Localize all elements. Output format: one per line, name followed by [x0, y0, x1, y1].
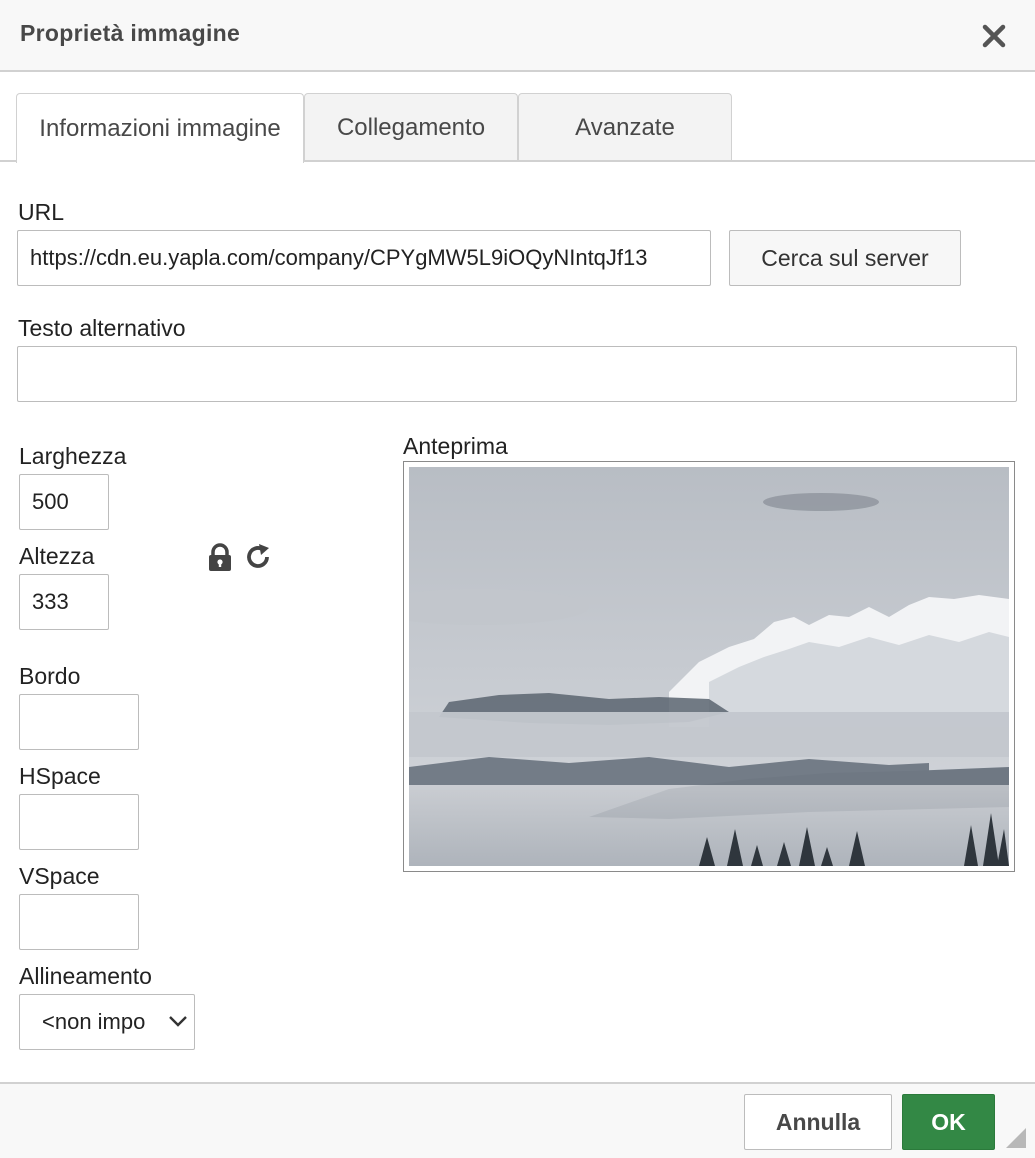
tab-avanzate[interactable]: Avanzate: [518, 93, 732, 161]
lock-icon[interactable]: [207, 543, 233, 573]
reset-size-icon[interactable]: [245, 543, 273, 571]
preview-frame: [403, 461, 1015, 872]
tab-label: Collegamento: [336, 113, 486, 141]
preview-label: Anteprima: [403, 433, 508, 459]
width-label: Larghezza: [19, 443, 127, 469]
border-label: Bordo: [19, 663, 81, 689]
width-input[interactable]: 500: [19, 474, 109, 530]
border-input[interactable]: [19, 694, 139, 750]
tab-informazioni-immagine[interactable]: Informazioni immagine: [16, 93, 304, 163]
height-label: Altezza: [19, 543, 95, 569]
alt-text-label: Testo alternativo: [18, 315, 186, 341]
chevron-down-icon: [169, 1016, 187, 1027]
url-input[interactable]: https://cdn.eu.yapla.com/company/CPYgMW5…: [17, 230, 711, 286]
height-input[interactable]: 333: [19, 574, 109, 630]
vspace-label: VSpace: [19, 863, 100, 889]
cancel-button[interactable]: Annulla: [744, 1094, 892, 1150]
tab-collegamento[interactable]: Collegamento: [304, 93, 518, 161]
hspace-input[interactable]: [19, 794, 139, 850]
tab-label: Avanzate: [575, 113, 675, 141]
browse-server-button[interactable]: Cerca sul server: [729, 230, 961, 286]
align-select-value: <non impo: [42, 1009, 146, 1034]
vspace-input[interactable]: [19, 894, 139, 950]
url-label: URL: [18, 199, 65, 225]
dialog-title: Proprietà immagine: [20, 20, 241, 46]
close-icon[interactable]: [980, 22, 1008, 50]
align-label: Allineamento: [19, 963, 152, 989]
align-select[interactable]: <non impo: [19, 994, 195, 1050]
dialog-titlebar: Proprietà immagine: [0, 0, 1035, 72]
hspace-label: HSpace: [19, 763, 101, 789]
ok-button[interactable]: OK: [902, 1094, 995, 1150]
alt-text-input[interactable]: [17, 346, 1017, 402]
tab-label: Informazioni immagine: [39, 114, 281, 142]
resize-handle-icon[interactable]: [1006, 1128, 1026, 1148]
preview-image: [409, 467, 1009, 866]
